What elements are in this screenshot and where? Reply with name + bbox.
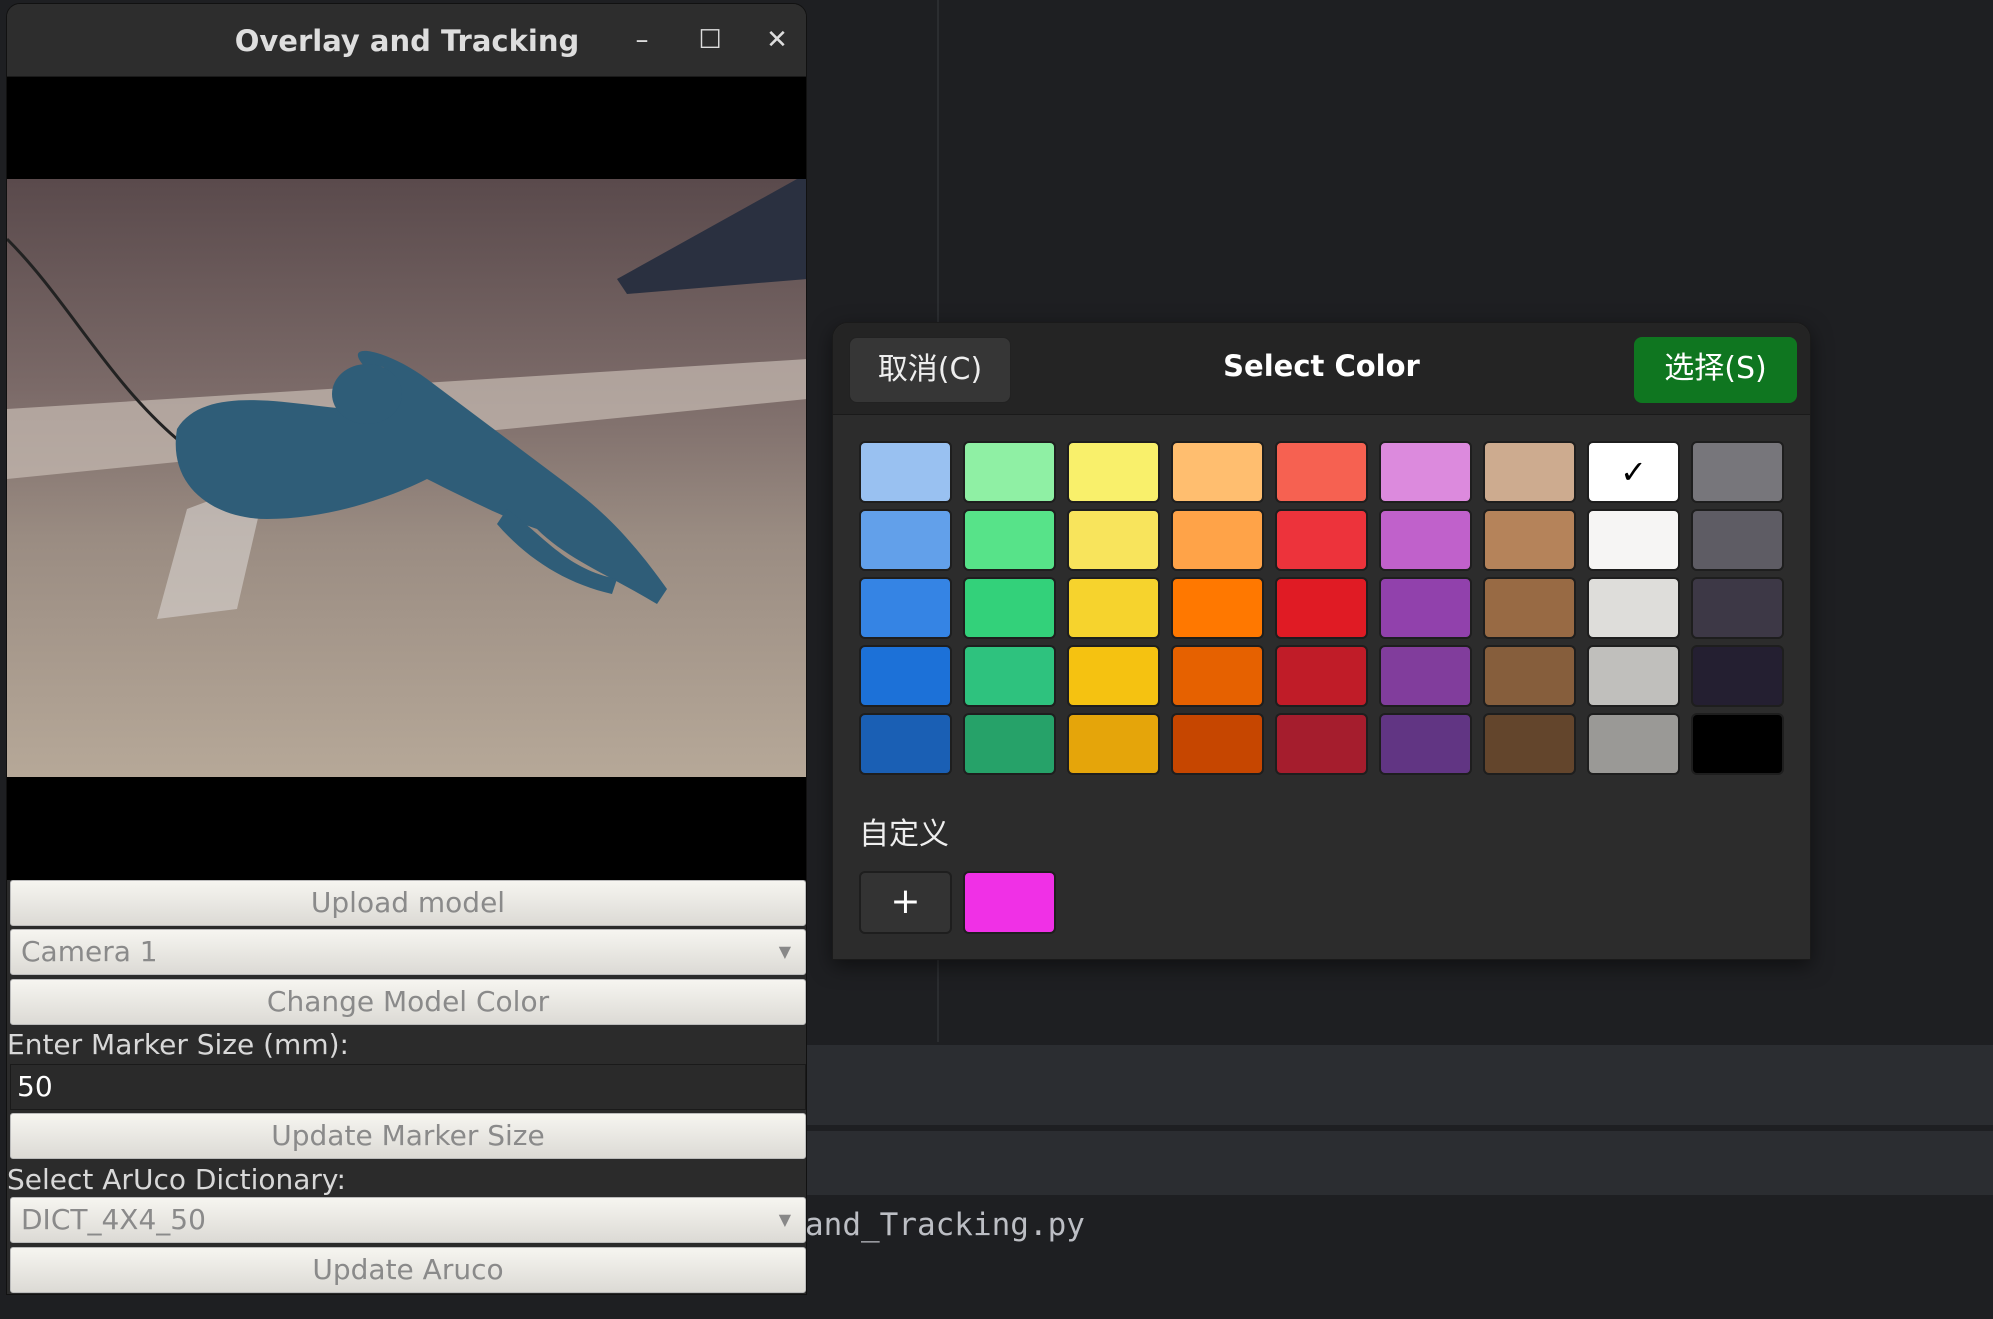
color-swatch[interactable] bbox=[1379, 441, 1472, 503]
color-swatch[interactable] bbox=[1275, 509, 1368, 571]
change-model-color-button[interactable]: Change Model Color bbox=[10, 979, 806, 1025]
color-swatch[interactable] bbox=[1067, 577, 1160, 639]
color-swatch[interactable] bbox=[1691, 509, 1784, 571]
checkmark-icon: ✓ bbox=[1620, 453, 1647, 491]
title-bar[interactable]: Overlay and Tracking – ☐ ✕ bbox=[7, 4, 806, 77]
color-swatch[interactable] bbox=[1379, 577, 1472, 639]
dropdown-arrow-icon: ▼ bbox=[778, 1210, 791, 1229]
color-swatch[interactable] bbox=[963, 645, 1056, 707]
color-swatch[interactable] bbox=[1067, 645, 1160, 707]
color-swatch[interactable] bbox=[1379, 645, 1472, 707]
dialog-header: 取消(C) Select Color 选择(S) bbox=[833, 323, 1810, 415]
color-swatch[interactable] bbox=[859, 713, 952, 775]
aruco-dictionary-select[interactable]: DICT_4X4_50 ▼ bbox=[10, 1197, 806, 1243]
maximize-icon[interactable]: ☐ bbox=[690, 20, 730, 60]
color-swatch[interactable]: ✓ bbox=[1587, 441, 1680, 503]
color-swatch[interactable] bbox=[1587, 713, 1680, 775]
upload-model-button[interactable]: Upload model bbox=[10, 880, 806, 926]
camera-select[interactable]: Camera 1 ▼ bbox=[10, 929, 806, 975]
update-marker-size-button[interactable]: Update Marker Size bbox=[10, 1113, 806, 1159]
color-swatch[interactable] bbox=[1275, 577, 1368, 639]
color-swatch[interactable] bbox=[1483, 577, 1576, 639]
update-aruco-button[interactable]: Update Aruco bbox=[10, 1247, 806, 1293]
custom-label: 自定义 bbox=[859, 817, 949, 852]
color-swatch[interactable] bbox=[859, 645, 952, 707]
color-swatch[interactable] bbox=[1691, 645, 1784, 707]
custom-color-swatch[interactable] bbox=[963, 871, 1056, 934]
color-swatch[interactable] bbox=[1171, 441, 1264, 503]
color-swatch[interactable] bbox=[1067, 713, 1160, 775]
color-swatch[interactable] bbox=[1171, 645, 1264, 707]
color-swatch[interactable] bbox=[963, 577, 1056, 639]
editor-panel bbox=[807, 1128, 1993, 1195]
color-swatch[interactable] bbox=[1379, 713, 1472, 775]
color-swatch[interactable] bbox=[1483, 509, 1576, 571]
color-swatch[interactable] bbox=[1691, 713, 1784, 775]
color-swatch[interactable] bbox=[1067, 441, 1160, 503]
add-custom-color-button[interactable]: + bbox=[859, 871, 952, 934]
terminal-text: and_Tracking.py bbox=[805, 1207, 1085, 1243]
video-view bbox=[7, 77, 806, 880]
marker-size-label: Enter Marker Size (mm): bbox=[7, 1028, 349, 1061]
color-swatch[interactable] bbox=[1691, 577, 1784, 639]
select-color-dialog: 取消(C) Select Color 选择(S) ✓ 自定义 + bbox=[832, 322, 1811, 960]
editor-panel bbox=[807, 1045, 1993, 1125]
color-swatch[interactable] bbox=[1587, 577, 1680, 639]
color-swatch[interactable] bbox=[1275, 441, 1368, 503]
color-swatch[interactable] bbox=[1171, 577, 1264, 639]
minimize-icon[interactable]: – bbox=[622, 20, 662, 60]
color-swatch[interactable] bbox=[1483, 713, 1576, 775]
overlay-tracking-window: Overlay and Tracking – ☐ ✕ Upload model … bbox=[6, 3, 807, 1295]
color-swatch[interactable] bbox=[1275, 713, 1368, 775]
dropdown-arrow-icon: ▼ bbox=[778, 942, 791, 961]
color-swatch[interactable] bbox=[859, 509, 952, 571]
marker-size-input[interactable]: 50 bbox=[10, 1064, 806, 1110]
select-button[interactable]: 选择(S) bbox=[1634, 337, 1797, 403]
aruco-dictionary-label: Select ArUco Dictionary: bbox=[7, 1163, 346, 1196]
camera-scene bbox=[7, 179, 806, 619]
color-swatch[interactable] bbox=[1483, 645, 1576, 707]
aruco-dictionary-value: DICT_4X4_50 bbox=[21, 1203, 206, 1236]
color-swatch[interactable] bbox=[859, 441, 952, 503]
color-swatch[interactable] bbox=[963, 713, 1056, 775]
color-swatch[interactable] bbox=[1067, 509, 1160, 571]
color-swatch[interactable] bbox=[1587, 509, 1680, 571]
color-swatch[interactable] bbox=[859, 577, 952, 639]
color-swatch[interactable] bbox=[1483, 441, 1576, 503]
color-swatch[interactable] bbox=[963, 509, 1056, 571]
color-swatch[interactable] bbox=[1275, 645, 1368, 707]
color-swatch[interactable] bbox=[1691, 441, 1784, 503]
color-swatch[interactable] bbox=[963, 441, 1056, 503]
close-icon[interactable]: ✕ bbox=[757, 20, 797, 60]
window-title: Overlay and Tracking bbox=[234, 24, 580, 58]
color-swatch[interactable] bbox=[1171, 713, 1264, 775]
color-swatch[interactable] bbox=[1379, 509, 1472, 571]
camera-select-value: Camera 1 bbox=[21, 935, 158, 968]
color-swatch[interactable] bbox=[1587, 645, 1680, 707]
color-swatch[interactable] bbox=[1171, 509, 1264, 571]
camera-feed bbox=[7, 179, 806, 777]
